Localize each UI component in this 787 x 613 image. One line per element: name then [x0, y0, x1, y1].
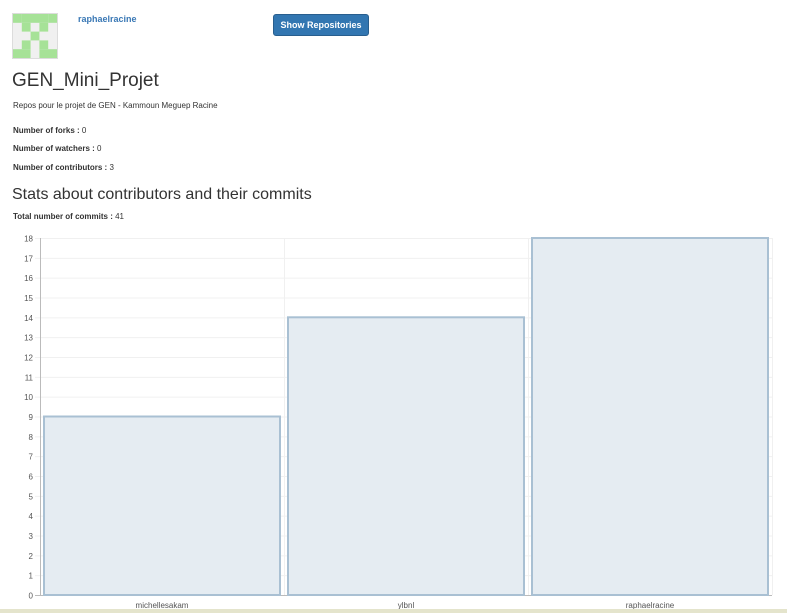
- y-tick-label: 8: [29, 433, 34, 442]
- y-tick-label: 2: [29, 552, 34, 561]
- watchers-label: Number of watchers :: [13, 144, 95, 153]
- y-tick-label: 7: [29, 453, 34, 462]
- bar: [531, 237, 769, 596]
- stats-section-title: Stats about contributors and their commi…: [12, 186, 312, 203]
- y-tick-label: 9: [29, 413, 34, 422]
- y-tick-label: 16: [24, 274, 33, 283]
- y-tick-label: 3: [29, 532, 34, 541]
- page-bottom-divider: [0, 609, 787, 613]
- page-title: GEN_Mini_Projet: [12, 70, 159, 91]
- avatar[interactable]: [12, 13, 58, 59]
- y-tick-label: 11: [25, 373, 34, 382]
- contributors-value: 3: [109, 163, 114, 172]
- y-tick-label: 18: [24, 235, 33, 244]
- y-tick-label: 4: [29, 512, 34, 521]
- total-commits-value: 41: [115, 212, 124, 221]
- identicon-icon: [13, 14, 57, 58]
- bar: [43, 415, 281, 596]
- contributors-stat: Number of contributors : 3: [13, 163, 114, 172]
- y-tick-label: 6: [29, 473, 34, 482]
- y-tick-label: 12: [24, 354, 33, 363]
- y-tick-label: 0: [29, 592, 34, 601]
- watchers-value: 0: [97, 144, 102, 153]
- show-repositories-button[interactable]: Show Repositories: [273, 14, 369, 36]
- y-tick-label: 1: [29, 572, 34, 581]
- x-tick-label: ylbnl: [398, 601, 415, 609]
- x-tick-label: raphaelracine: [626, 601, 675, 609]
- forks-stat: Number of forks : 0: [13, 126, 86, 135]
- watchers-stat: Number of watchers : 0: [13, 144, 101, 153]
- forks-label: Number of forks :: [13, 126, 80, 135]
- forks-value: 0: [81, 126, 87, 135]
- total-commits-label: Total number of commits :: [13, 212, 113, 221]
- y-tick-label: 14: [24, 314, 33, 323]
- contributors-label: Number of contributors :: [13, 163, 108, 172]
- y-tick-label: 5: [29, 492, 34, 501]
- total-commits: Total number of commits : 41: [13, 212, 124, 221]
- username-link[interactable]: raphaelracine: [78, 14, 137, 24]
- y-tick-label: 17: [24, 254, 33, 263]
- y-tick-label: 13: [24, 334, 33, 343]
- x-tick-label: michellesakam: [136, 601, 189, 609]
- y-tick-label: 15: [24, 294, 33, 303]
- commits-bar-chart: 0123456789101112131415161718michellesaka…: [24, 235, 773, 609]
- repo-description: Repos pour le projet de GEN - Kammoun Me…: [13, 101, 218, 110]
- bar: [287, 316, 525, 597]
- y-tick-label: 10: [24, 393, 33, 402]
